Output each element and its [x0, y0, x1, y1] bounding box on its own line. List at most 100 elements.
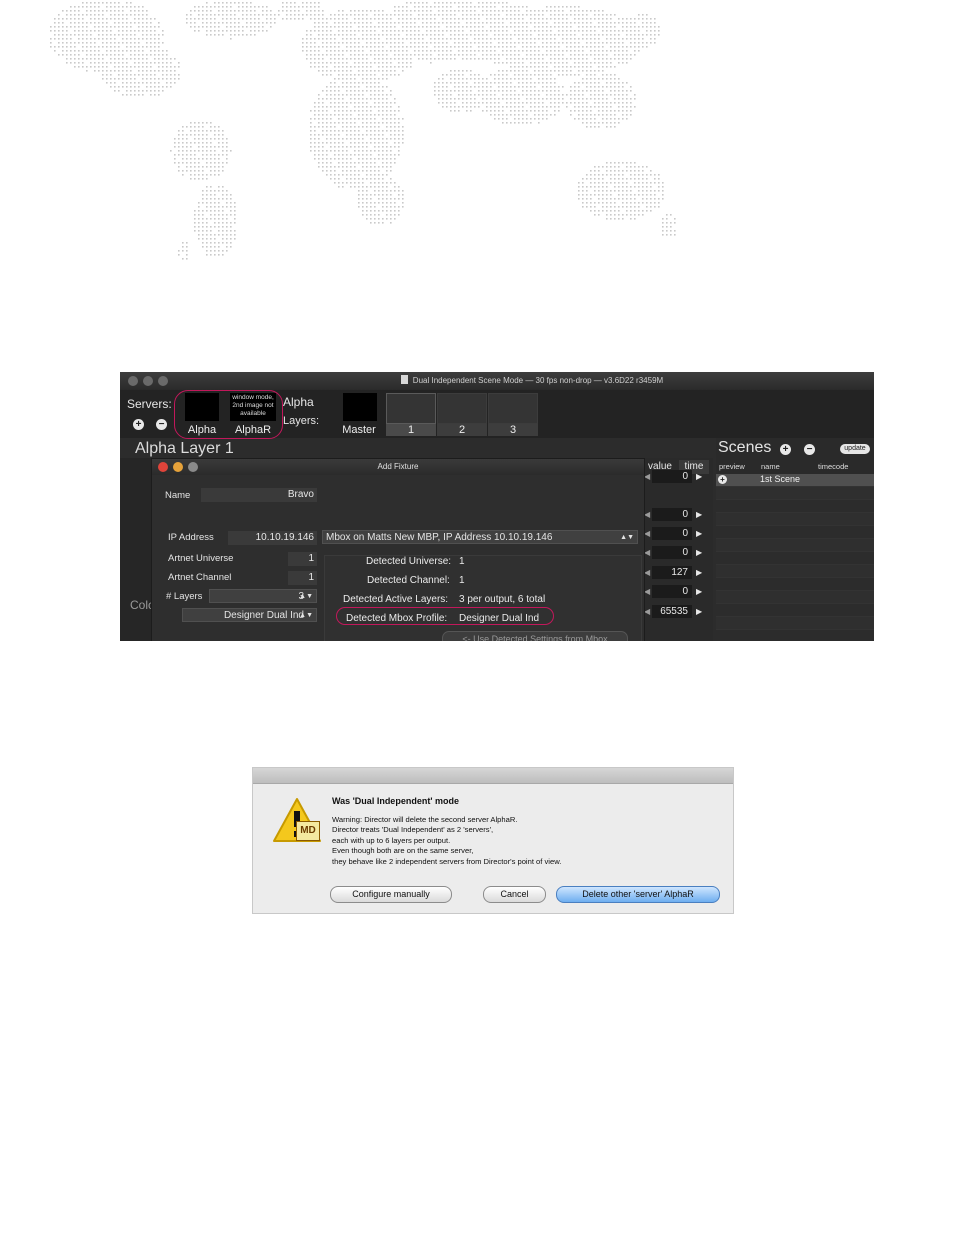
detected-channel-label: Detected Channel: — [367, 575, 450, 586]
detected-universe-value: 1 — [459, 556, 465, 567]
increment-arrow-icon[interactable]: ▶ — [696, 566, 702, 579]
ip-address-field[interactable]: 10.10.19.146 — [228, 531, 317, 545]
warning-heading: Was 'Dual Independent' mode — [332, 796, 459, 806]
scene-row-empty — [716, 578, 874, 591]
servers-highlight-ring — [174, 390, 283, 439]
layers-label: Layers: — [283, 415, 320, 427]
scene-add-icon[interactable]: + — [718, 475, 727, 484]
value-row: ◀ 0 ▶ — [643, 527, 713, 541]
value-field[interactable]: 0 — [652, 508, 692, 521]
layer-tab-master[interactable]: Master — [334, 424, 384, 436]
detected-universe-label: Detected Universe: — [366, 556, 452, 567]
scene-row-empty — [716, 591, 874, 604]
detected-channel-value: 1 — [459, 575, 465, 586]
value-field[interactable]: 65535 — [652, 605, 692, 618]
server-name-label: Alpha — [283, 395, 314, 409]
layer-tab-3[interactable]: 3 — [488, 424, 538, 436]
select-arrows-icon: ▲▼ — [299, 593, 313, 600]
increment-arrow-icon[interactable]: ▶ — [696, 508, 702, 521]
value-row: ◀ 127 ▶ — [643, 566, 713, 580]
window-title: Dual Independent Scene Mode — 30 fps non… — [120, 375, 874, 385]
increment-arrow-icon[interactable]: ▶ — [696, 546, 702, 559]
scenes-panel: Scenes + − update preview name timecode … — [716, 438, 874, 641]
warning-dialog: MD Was 'Dual Independent' mode Warning: … — [252, 767, 734, 914]
configure-manually-button[interactable]: Configure manually — [330, 886, 452, 903]
scene-row-empty — [716, 630, 874, 641]
warning-dialog-title-bar — [253, 768, 733, 784]
value-row: ◀ 65535 ▶ — [643, 605, 713, 619]
cancel-button[interactable]: Cancel — [483, 886, 546, 903]
ip-address-label: IP Address — [168, 532, 214, 543]
scene-row-empty — [716, 552, 874, 565]
servers-layers-bar: Servers: + − Alpha window mode, 2nd imag… — [120, 390, 874, 439]
layer-header-title: Alpha Layer 1 — [135, 440, 234, 457]
detected-layers-value: 3 per output, 6 total — [459, 594, 546, 605]
mbox-select-value: Mbox on Matts New MBP, IP Address 10.10.… — [326, 532, 553, 543]
scenes-col-preview: preview — [719, 462, 745, 471]
scenes-col-name: name — [761, 462, 780, 471]
scene-row-empty — [716, 487, 874, 500]
layers-count-select[interactable]: 3 ▲▼ — [209, 589, 317, 603]
value-row: ◀ 0 ▶ — [643, 546, 713, 560]
servers-label: Servers: — [127, 397, 172, 411]
increment-arrow-icon[interactable]: ▶ — [696, 470, 702, 483]
layer-tab-2[interactable]: 2 — [437, 424, 487, 436]
artnet-universe-label: Artnet Universe — [168, 553, 234, 564]
layer-slot-2[interactable] — [437, 393, 487, 424]
profile-highlight-ring — [336, 607, 554, 625]
layer-thumbnail-master[interactable] — [343, 393, 377, 421]
artnet-channel-label: Artnet Channel — [168, 572, 232, 583]
scene-row-empty — [716, 500, 874, 513]
scene-row-empty — [716, 604, 874, 617]
scenes-title: Scenes — [718, 439, 772, 456]
name-field[interactable]: Bravo — [201, 488, 317, 502]
scene-row-empty — [716, 539, 874, 552]
title-bar: Dual Independent Scene Mode — 30 fps non… — [120, 372, 874, 390]
profile-value: Designer Dual Ind — [223, 610, 304, 621]
use-detected-settings-button[interactable]: <- Use Detected Settings from Mbox — [442, 631, 628, 641]
increment-arrow-icon[interactable]: ▶ — [696, 605, 702, 618]
document-icon — [400, 375, 408, 384]
scene-row[interactable]: + 1st Scene — [716, 474, 874, 487]
scene-row-empty — [716, 565, 874, 578]
scene-row-empty — [716, 526, 874, 539]
warning-line: they behave like 2 independent servers f… — [332, 856, 562, 866]
remove-server-button[interactable]: − — [156, 419, 167, 430]
value-row: ◀ 0 ▶ — [643, 508, 713, 522]
add-fixture-dialog: Add Fixture Name Bravo IP Address 10.10.… — [151, 458, 645, 641]
select-arrows-icon: ▲▼ — [299, 612, 313, 619]
warning-line: Warning: Director will delete the second… — [332, 815, 518, 824]
mbox-select[interactable]: Mbox on Matts New MBP, IP Address 10.10.… — [322, 530, 638, 544]
warning-line: Even though both are on the same server, — [332, 846, 474, 856]
value-row: ◀ 0 ▶ — [643, 585, 713, 599]
increment-arrow-icon[interactable]: ▶ — [696, 585, 702, 598]
warning-line: Director treats 'Dual Independent' as 2 … — [332, 825, 494, 835]
parameter-values-column: value time ◀ 0 ▶ ◀ 0 ▶ ◀ 0 ▶ ◀ 0 ▶ ◀ 127 ▶ ◀ 0 ▶ ◀ 65535 ▶ — [643, 458, 713, 641]
warning-line: each with up to 6 layers per output. — [332, 835, 451, 845]
dialog-title: Add Fixture — [377, 462, 419, 471]
value-field[interactable]: 127 — [652, 566, 692, 579]
scene-name: 1st Scene — [760, 474, 801, 484]
update-scene-button[interactable]: update — [840, 444, 870, 454]
director-window: Dual Independent Scene Mode — 30 fps non… — [120, 372, 874, 641]
layer-slot-3[interactable] — [488, 393, 538, 424]
add-server-button[interactable]: + — [133, 419, 144, 430]
left-column — [120, 458, 152, 641]
artnet-channel-field[interactable]: 1 — [288, 571, 317, 585]
value-row: ◀ 0 ▶ — [643, 470, 713, 484]
value-field[interactable]: 0 — [652, 546, 692, 559]
value-field[interactable]: 0 — [652, 527, 692, 540]
increment-arrow-icon[interactable]: ▶ — [696, 527, 702, 540]
value-field[interactable]: 0 — [652, 470, 692, 483]
remove-scene-button[interactable]: − — [804, 444, 815, 455]
name-label: Name — [165, 490, 191, 501]
md-app-icon: MD — [296, 821, 320, 841]
artnet-universe-field[interactable]: 1 — [288, 552, 317, 566]
layer-slot-1[interactable] — [386, 393, 436, 424]
delete-server-button[interactable]: Delete other 'server' AlphaR — [556, 886, 720, 903]
add-scene-button[interactable]: + — [780, 444, 791, 455]
profile-select[interactable]: Designer Dual Ind ▲▼ — [182, 608, 317, 622]
dialog-title-bar: Add Fixture — [152, 459, 644, 475]
layer-tab-1[interactable]: 1 — [386, 424, 436, 436]
value-field[interactable]: 0 — [652, 585, 692, 598]
